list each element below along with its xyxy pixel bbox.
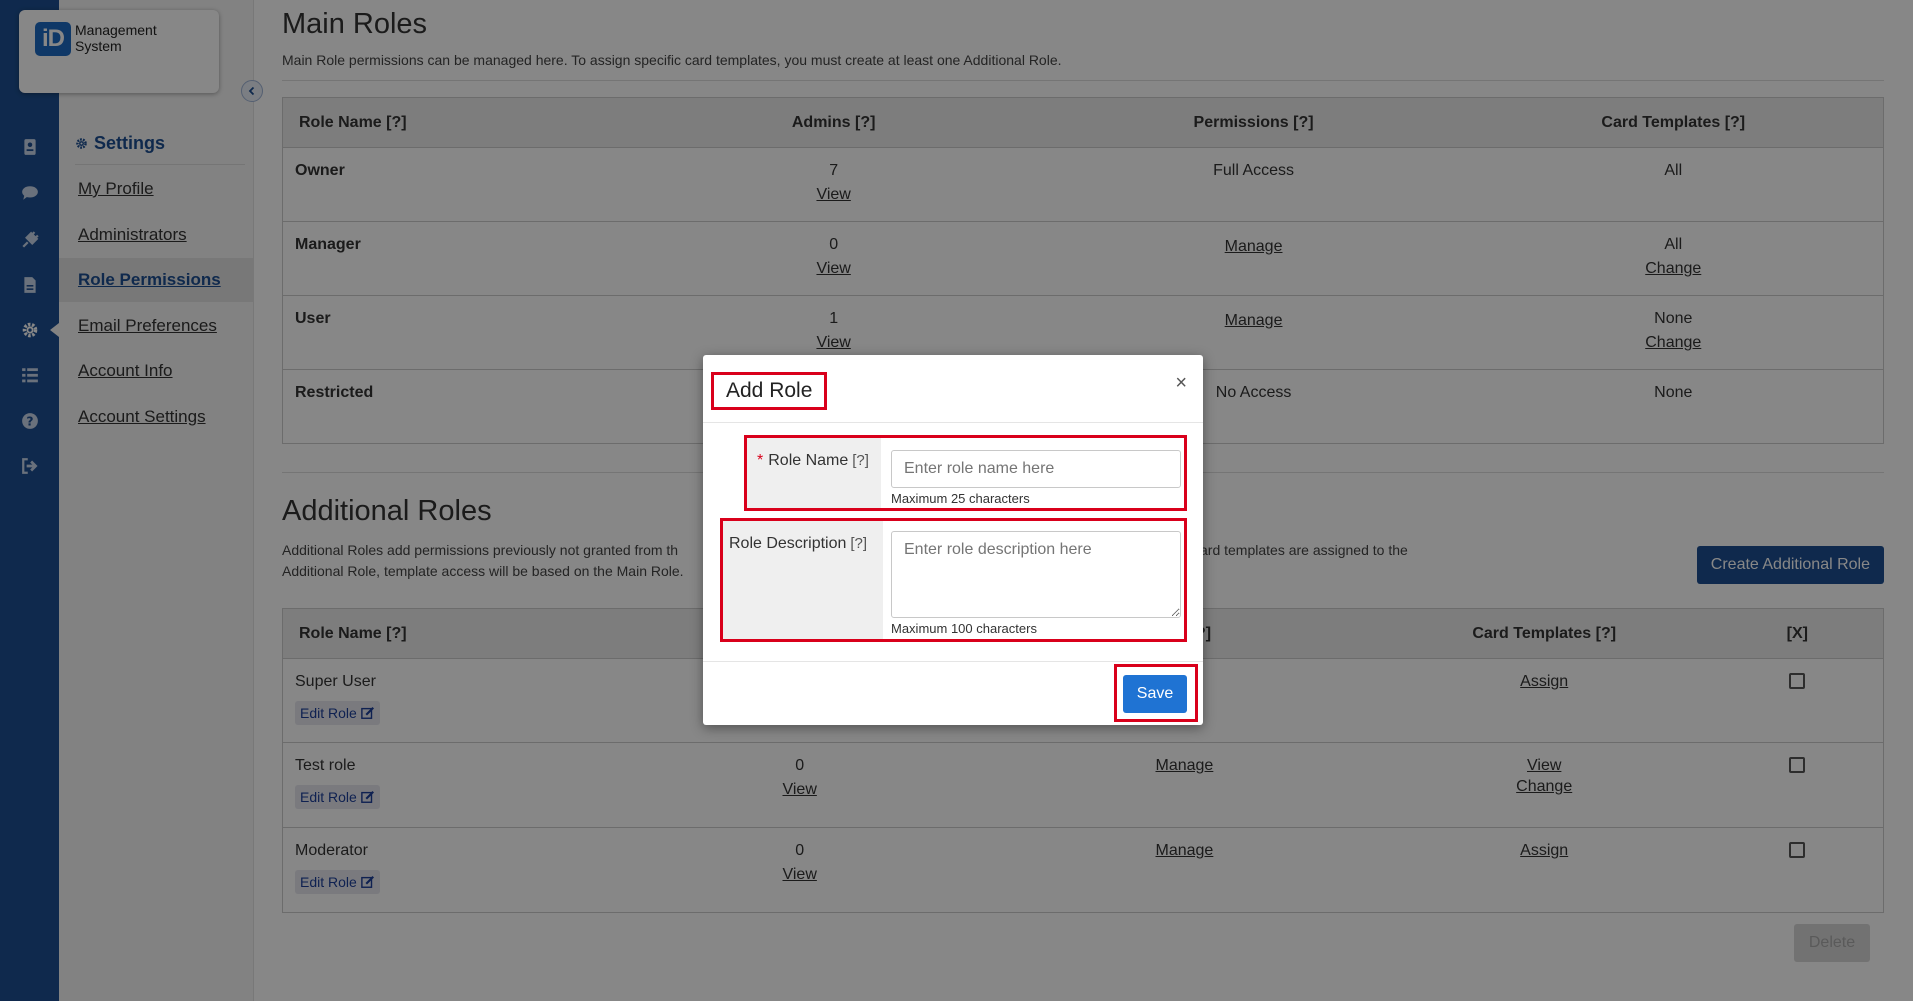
role-name-hint: Maximum 25 characters: [891, 491, 1030, 506]
role-description-help[interactable]: [?]: [850, 535, 867, 552]
modal-header: Add Role ×: [703, 355, 1203, 423]
role-name-group: *Role Name[?] Maximum 25 characters: [744, 435, 1187, 511]
modal-footer-divider: [703, 661, 1203, 662]
add-role-modal: Add Role × *Role Name[?] Maximum 25 char…: [703, 355, 1203, 725]
modal-title: Add Role: [711, 372, 828, 410]
role-description-group: Role Description[?] Maximum 100 characte…: [720, 518, 1187, 642]
role-name-label-text: Role Name: [768, 452, 849, 469]
role-name-help[interactable]: [?]: [852, 452, 869, 469]
role-description-hint: Maximum 100 characters: [891, 621, 1037, 636]
save-highlight: Save: [1114, 664, 1198, 722]
close-icon[interactable]: ×: [1175, 373, 1187, 393]
role-name-label: * Role Name [?]: [747, 438, 881, 508]
required-marker: *: [757, 452, 764, 469]
role-description-label-text: Role Description: [729, 535, 847, 552]
role-name-input[interactable]: [891, 450, 1181, 488]
save-button[interactable]: Save: [1123, 675, 1187, 713]
role-description-label: Role Description [?]: [723, 521, 883, 639]
role-description-input[interactable]: [891, 531, 1181, 618]
